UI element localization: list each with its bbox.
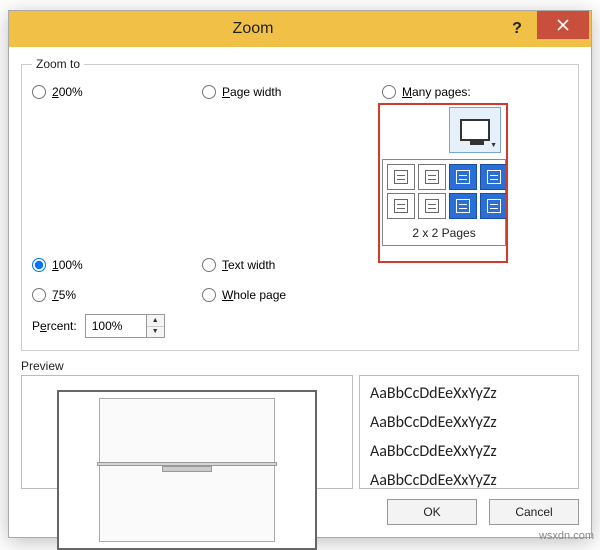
spinner-down[interactable]: ▼ <box>147 327 164 338</box>
preview-monitor-stand <box>97 462 277 472</box>
radio-many-pages-input[interactable] <box>382 85 396 99</box>
radio-page-width-label: Page width <box>222 85 281 99</box>
radio-200[interactable]: 200% <box>32 81 182 103</box>
radio-whole-page[interactable]: Whole page <box>202 284 362 306</box>
many-pages-picker-button[interactable]: ▼ <box>449 107 501 153</box>
zoom-to-legend: Zoom to <box>32 57 84 71</box>
radio-100[interactable]: 100% <box>32 254 182 276</box>
sample-line: AaBbCcDdEeXxYyZz <box>370 471 568 489</box>
preview-label: Preview <box>21 359 579 373</box>
radio-text-width[interactable]: Text width <box>202 254 362 276</box>
radio-75-label: 75% <box>52 288 76 302</box>
pages-grid-label: 2 x 2 Pages <box>383 223 505 245</box>
zoom-to-group: Zoom to 200% Page width Many pages: <box>21 57 579 351</box>
radio-text-width-label: Text width <box>222 258 275 272</box>
grid-cell[interactable] <box>387 164 415 190</box>
dropdown-icon: ▼ <box>490 142 497 149</box>
radio-75-input[interactable] <box>32 288 46 302</box>
radio-100-label: 100% <box>52 258 83 272</box>
radio-many-pages-label: Many pages: <box>402 85 471 99</box>
radio-many-pages[interactable]: Many pages: <box>382 81 568 103</box>
percent-spinner[interactable]: ▲ ▼ <box>85 314 165 338</box>
radio-page-width-input[interactable] <box>202 85 216 99</box>
radio-200-input[interactable] <box>32 85 46 99</box>
grid-cell[interactable] <box>480 193 508 219</box>
dialog-body: Zoom to 200% Page width Many pages: <box>9 47 591 537</box>
preview-monitor-box <box>21 375 353 489</box>
pages-grid-popup: 2 x 2 Pages <box>382 159 506 246</box>
sample-line: AaBbCcDdEeXxYyZz <box>370 413 568 432</box>
sample-text-box: AaBbCcDdEeXxYyZz AaBbCcDdEeXxYyZz AaBbCc… <box>359 375 579 489</box>
sample-line: AaBbCcDdEeXxYyZz <box>370 442 568 461</box>
zoom-dialog: Zoom ? Zoom to 200% Page width <box>8 10 592 538</box>
monitor-icon <box>460 119 490 141</box>
radio-75[interactable]: 75% <box>32 284 182 306</box>
radio-page-width[interactable]: Page width <box>202 81 362 103</box>
ok-button[interactable]: OK <box>387 499 477 525</box>
grid-cell[interactable] <box>449 164 477 190</box>
radio-200-label: 200% <box>52 85 83 99</box>
close-button[interactable] <box>537 11 589 39</box>
watermark: wsxdn.com <box>539 530 594 542</box>
help-button[interactable]: ? <box>497 15 537 43</box>
grid-cell[interactable] <box>418 193 446 219</box>
cancel-button[interactable]: Cancel <box>489 499 579 525</box>
sample-line: AaBbCcDdEeXxYyZz <box>370 384 568 403</box>
radio-whole-page-label: Whole page <box>222 288 286 302</box>
radio-whole-page-input[interactable] <box>202 288 216 302</box>
titlebar: Zoom ? <box>9 11 591 47</box>
grid-cell[interactable] <box>480 164 508 190</box>
grid-cell[interactable] <box>418 164 446 190</box>
percent-input[interactable] <box>86 315 146 337</box>
dialog-title: Zoom <box>9 20 497 38</box>
grid-cell[interactable] <box>449 193 477 219</box>
grid-cell[interactable] <box>387 193 415 219</box>
radio-text-width-input[interactable] <box>202 258 216 272</box>
radio-100-input[interactable] <box>32 258 46 272</box>
spinner-up[interactable]: ▲ <box>147 315 164 327</box>
percent-label: Percent: <box>32 319 77 333</box>
close-icon <box>557 19 569 31</box>
